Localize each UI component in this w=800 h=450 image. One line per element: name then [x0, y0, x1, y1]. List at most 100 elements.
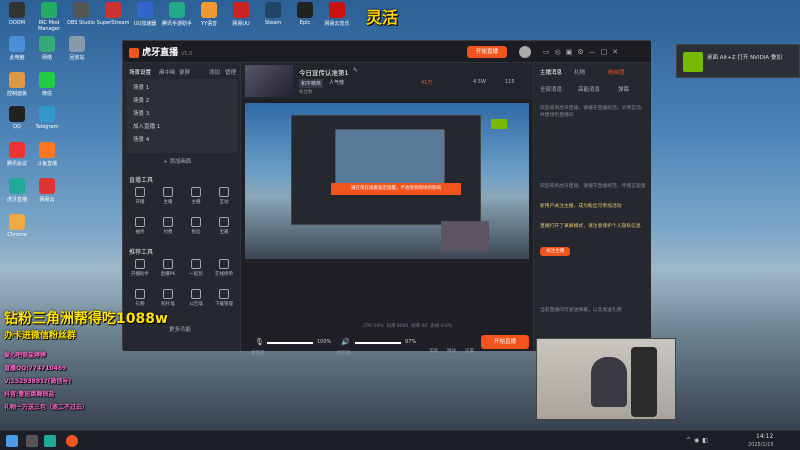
add-scene-button[interactable]: + 添加画面	[163, 157, 191, 165]
desktop-icon[interactable]: DOOM	[0, 2, 34, 26]
tool-button[interactable]: 下载管理	[211, 287, 237, 311]
desktop-icon[interactable]: 网络	[30, 36, 64, 61]
desktop-icon[interactable]: 虎牙直播	[0, 178, 34, 203]
chevron-up-icon[interactable]: ^	[686, 437, 694, 444]
tool-icon	[135, 187, 145, 197]
desktop-icon[interactable]: 腾讯手游助手	[160, 2, 194, 27]
tool-button[interactable]: 开播	[127, 185, 153, 209]
tool-icon	[135, 217, 145, 227]
gift-icon[interactable]: ▣	[566, 48, 578, 56]
tool-button[interactable]: 宝箱	[211, 215, 237, 239]
mic-slider[interactable]	[267, 342, 313, 344]
tab-pip[interactable]: 画中画	[159, 68, 176, 76]
speaker-slider[interactable]	[355, 342, 401, 344]
desktop-icon[interactable]: 回收站	[60, 36, 94, 61]
tool-button[interactable]: 开播助手	[127, 257, 153, 281]
stream-preview[interactable]: 请在现在观看鉴定提醒，不会受到现场的影响	[245, 103, 529, 259]
maximize-icon[interactable]: □	[601, 48, 613, 56]
tool-button[interactable]: 互动	[211, 185, 237, 209]
tool-button[interactable]: 粉丝	[183, 215, 209, 239]
tool-button[interactable]: 一起玩	[183, 257, 209, 281]
desktop-icon[interactable]: 腾讯会议	[0, 142, 34, 167]
manage-link[interactable]: 管理	[225, 68, 236, 76]
tool-icon	[163, 289, 173, 299]
settings-icon[interactable]: ⚙	[577, 48, 588, 56]
tool-button[interactable]: 直播PK	[155, 257, 181, 281]
desktop-icon[interactable]: 此电脑	[0, 36, 34, 61]
room-title[interactable]: 今日宣传认准第1	[299, 67, 349, 77]
settings-button[interactable]: 设置	[465, 348, 474, 354]
windows-start-icon[interactable]	[6, 435, 18, 447]
desktop-icon[interactable]: Epic	[288, 2, 322, 26]
desktop-icon[interactable]: 网易UU	[224, 2, 258, 27]
desktop-icon[interactable]: YY语音	[192, 2, 226, 27]
taskbar-app-icon[interactable]	[44, 435, 56, 447]
speaker-icon[interactable]: 🔊	[341, 338, 350, 346]
tool-button[interactable]: 主播	[183, 185, 209, 209]
tag-rank[interactable]: 人气榜	[329, 79, 344, 86]
desktop-icon[interactable]: UU加速器	[128, 2, 162, 27]
tool-button[interactable]: 抽奖	[127, 215, 153, 239]
tool-button[interactable]: 在线榜单	[211, 257, 237, 281]
add-source-link[interactable]: 添加	[209, 68, 220, 76]
desktop-icon[interactable]: 网易云	[30, 178, 64, 203]
desktop-icon[interactable]: 斗鱼直播	[30, 142, 64, 167]
desktop-icon[interactable]: 微信	[30, 72, 64, 97]
room-thumbnail[interactable]	[245, 65, 293, 97]
tab-gift[interactable]: 礼物	[574, 68, 585, 76]
tab-fans[interactable]: 粉丝团	[608, 68, 625, 76]
app-icon	[39, 106, 55, 122]
desktop-icon[interactable]: Telegram	[30, 106, 64, 130]
desktop-icon[interactable]: 控制面板	[0, 72, 34, 97]
edit-title-icon[interactable]: ✎	[353, 67, 358, 74]
steam-icon	[265, 2, 281, 18]
minimize-icon[interactable]: —	[589, 48, 601, 56]
scene-item[interactable]: 场景 3	[133, 109, 149, 117]
clock-time[interactable]: 14:12	[756, 433, 773, 440]
start-live-top-button[interactable]: 开始直播	[467, 46, 507, 58]
mic-icon[interactable]: 🎙	[255, 338, 264, 346]
desktop-icon[interactable]: 网易云音乐	[320, 2, 354, 27]
wechat-icon	[39, 72, 55, 88]
desktop-icon[interactable]: QQ	[0, 106, 34, 130]
overlay-logo: 灵活	[366, 8, 399, 27]
tool-button[interactable]: 付费	[155, 215, 181, 239]
desktop-icon[interactable]: SuperStream	[96, 2, 130, 26]
scene-item[interactable]: 场景 4	[133, 135, 149, 143]
follow-anchor-button[interactable]: 关注主播	[540, 247, 570, 256]
mic-value: 100%	[317, 339, 332, 345]
effects-button[interactable]: 特效	[447, 348, 456, 354]
tool-icon	[163, 217, 173, 227]
start-live-button[interactable]: 开始直播	[481, 335, 529, 349]
scene-item[interactable]: 加入直播 1	[133, 122, 160, 130]
desktop-icon[interactable]: Chrome	[0, 214, 34, 238]
desktop-icon[interactable]: OBS Studio	[64, 2, 98, 26]
tab-chat[interactable]: 主播消息	[540, 68, 562, 76]
desktop-icon[interactable]: IRC Mod Manager	[32, 2, 66, 32]
beauty-button[interactable]: 美颜	[429, 348, 438, 354]
tab-scene[interactable]: 场景设置	[129, 68, 151, 76]
scene-item[interactable]: 场景 2	[133, 96, 149, 104]
tool-button[interactable]: 公告墙	[183, 287, 209, 311]
tag-game[interactable]: 和平精英	[299, 79, 324, 88]
clock-date[interactable]: 2025/1/15	[748, 442, 774, 448]
taskbar-app-icon[interactable]	[26, 435, 38, 447]
tool-button[interactable]: 主播	[155, 185, 181, 209]
center-panel: 今日宣传认准第1 ✎ 和平精英 人气榜 粉丝数 41万 4.5W 115 请在现…	[241, 63, 533, 356]
message-icon[interactable]: ▭	[543, 48, 555, 56]
desktop-icon[interactable]: Steam	[256, 2, 290, 26]
close-icon[interactable]: ✕	[612, 48, 623, 56]
chrome-icon	[9, 214, 25, 230]
subtab-danmaku[interactable]: 弹幕	[618, 85, 629, 93]
tab-record[interactable]: 录屏	[179, 68, 190, 76]
volume-icon[interactable]: ◧	[702, 437, 711, 444]
subtab-all[interactable]: 全部消息	[540, 85, 562, 93]
avatar[interactable]	[519, 46, 531, 58]
scene-item[interactable]: 场景 1	[133, 83, 149, 91]
taskbar-app-icon[interactable]	[66, 435, 78, 447]
headset-icon[interactable]: ◎	[555, 48, 566, 56]
nvidia-notification[interactable]: 桌面 Alt+Z 打开 NVIDIA 叠加	[676, 44, 800, 78]
more-tools-link[interactable]: 更多功能	[169, 325, 191, 333]
chat-message: 欢迎来到虎牙直播，请遵守直播规范，传播正能量	[540, 184, 646, 189]
subtab-high[interactable]: 高能消息	[578, 85, 600, 93]
